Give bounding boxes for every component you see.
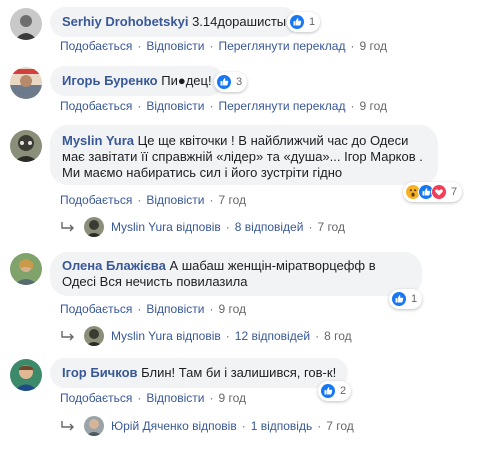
comment-actions: Подобається · Відповісти · 7 год — [60, 193, 246, 207]
reactions-badge[interactable]: 7 — [403, 182, 463, 202]
like-icon — [391, 291, 407, 307]
reply-time: 8 год — [324, 329, 352, 343]
comment-author[interactable]: Myslin Yura — [62, 133, 134, 148]
translate-link[interactable]: Переглянути переклад — [218, 39, 345, 53]
like-link[interactable]: Подобається — [60, 39, 132, 53]
reactions-badge[interactable]: 1 — [287, 12, 321, 32]
like-link[interactable]: Подобається — [60, 391, 132, 405]
reply-link[interactable]: Відповісти — [146, 99, 204, 113]
translate-link[interactable]: Переглянути переклад — [218, 99, 345, 113]
comment-actions: Подобається · Відповісти · 9 год — [60, 302, 246, 316]
reply-avatar — [84, 416, 104, 436]
avatar[interactable] — [10, 67, 42, 99]
comment-author[interactable]: Ігор Бичков — [62, 365, 138, 380]
like-icon — [289, 14, 305, 30]
reply-time: 7 год — [326, 419, 354, 433]
reply-link[interactable]: Відповісти — [146, 193, 204, 207]
reply-avatar — [84, 326, 104, 346]
comment-author[interactable]: Олена Блажієва — [62, 258, 166, 273]
reaction-count: 1 — [309, 16, 316, 28]
timestamp[interactable]: 9 год — [359, 39, 387, 53]
reactions-badge[interactable]: 1 — [389, 289, 423, 309]
reply-count[interactable]: 1 відповідь — [251, 419, 313, 433]
view-replies[interactable]: Myslin Yura відповів · 8 відповідей · 7 год — [60, 217, 345, 237]
avatar[interactable] — [10, 359, 42, 391]
comment-bubble: Игорь Буренко Пи●дец! — [50, 66, 224, 96]
comment-actions: Подобається · Відповісти · 9 год — [60, 391, 246, 405]
timestamp[interactable]: 9 год — [218, 391, 246, 405]
reply-link[interactable]: Відповісти — [146, 302, 204, 316]
reactions-badge[interactable]: 2 — [318, 381, 352, 401]
comment-author[interactable]: Serhiy Drohobetskyi — [62, 14, 188, 29]
comment-actions: Подобається · Відповісти · Переглянути перек… — [60, 39, 388, 53]
like-link[interactable]: Подобається — [60, 99, 132, 113]
comment-author[interactable]: Игорь Буренко — [62, 73, 158, 88]
reply-author[interactable]: Юрій Дяченко відповів — [111, 419, 237, 433]
reply-arrow-icon — [61, 331, 74, 341]
reply-arrow-icon — [61, 421, 74, 431]
reactions-badge[interactable]: 3 — [214, 72, 248, 92]
comment-text: 3.14дорашисты — [192, 14, 287, 29]
reply-time: 7 год — [317, 220, 345, 234]
reply-link[interactable]: Відповісти — [146, 391, 204, 405]
reply-count[interactable]: 12 відповідей — [235, 329, 310, 343]
comment-bubble: Serhiy Drohobetskyi 3.14дорашисты — [50, 7, 299, 37]
reaction-count: 1 — [411, 293, 418, 305]
like-icon — [216, 74, 232, 90]
timestamp[interactable]: 9 год — [218, 302, 246, 316]
view-replies[interactable]: Юрій Дяченко відповів · 1 відповідь · 7 год — [60, 416, 354, 436]
like-icon — [320, 383, 336, 399]
view-replies[interactable]: Myslin Yura відповів · 12 відповідей · 8 год — [60, 326, 352, 346]
reply-link[interactable]: Відповісти — [146, 39, 204, 53]
reply-arrow-icon — [61, 222, 74, 232]
reply-count[interactable]: 8 відповідей — [235, 220, 304, 234]
comment-bubble: Олена Блажієва А шабаш женщін-міратворце… — [50, 252, 422, 296]
love-icon — [431, 184, 447, 200]
comment-actions: Подобається · Відповісти · Переглянути перек… — [60, 99, 388, 113]
reaction-count: 7 — [451, 186, 458, 198]
like-link[interactable]: Подобається — [60, 193, 132, 207]
timestamp[interactable]: 7 год — [218, 193, 246, 207]
reaction-count: 3 — [236, 76, 243, 88]
timestamp[interactable]: 9 год — [359, 99, 387, 113]
avatar[interactable] — [10, 130, 42, 162]
avatar[interactable] — [10, 8, 42, 40]
comment-text: Пи●дец! — [161, 73, 212, 88]
comment-bubble: Ігор Бичков Блин! Там би і залишився, го… — [50, 358, 349, 388]
reaction-count: 2 — [340, 385, 347, 397]
reply-avatar — [84, 217, 104, 237]
comment-text: Блин! Там би і залишився, гов-к! — [141, 365, 337, 380]
comment-bubble: Myslin Yura Це ще квіточки ! В найближчи… — [50, 125, 438, 185]
reply-author[interactable]: Myslin Yura відповів — [111, 220, 221, 234]
avatar[interactable] — [10, 253, 42, 285]
like-link[interactable]: Подобається — [60, 302, 132, 316]
reply-author[interactable]: Myslin Yura відповів — [111, 329, 221, 343]
